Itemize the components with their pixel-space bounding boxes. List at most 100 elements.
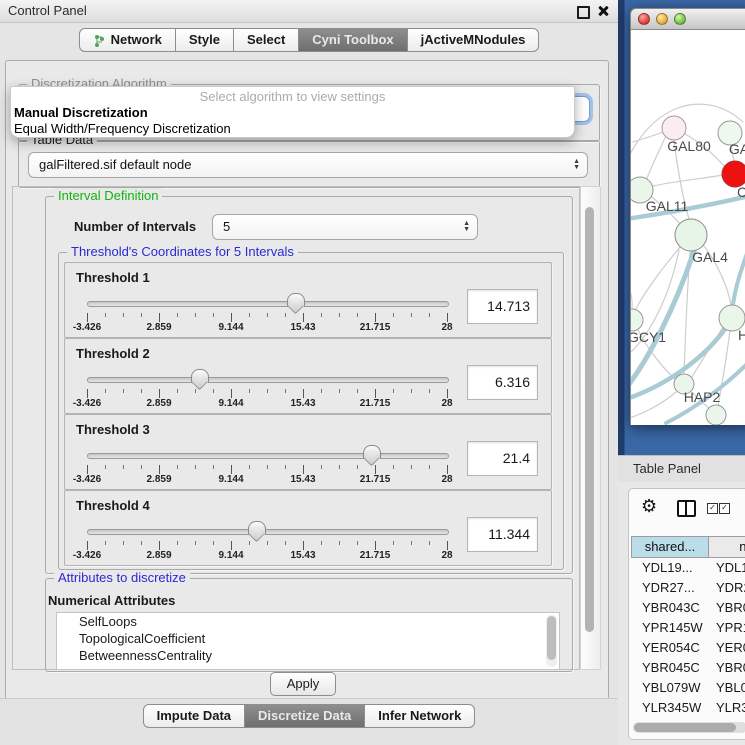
tab-impute-data[interactable]: Impute Data [143, 704, 245, 728]
ruler-tick [285, 389, 286, 393]
attributes-scrollbar[interactable] [546, 615, 557, 667]
checkbox-icon[interactable]: ✓ [719, 503, 730, 514]
table-row[interactable]: YBR043CYBR0 [631, 598, 745, 618]
apply-button[interactable]: Apply [270, 672, 336, 696]
float-window-icon[interactable] [577, 6, 590, 19]
zoom-traffic-light[interactable] [674, 13, 686, 25]
tab-jactivemnodules[interactable]: jActiveMNodules [408, 28, 540, 52]
ruler-tick [141, 313, 142, 317]
ruler-tick [447, 541, 448, 550]
network-node-gcy1[interactable] [631, 309, 643, 331]
dropdown-option-equal-width-frequency[interactable]: Equal Width/Frequency Discretization [14, 121, 231, 136]
horizontal-scrollbar[interactable] [633, 722, 745, 733]
table-row[interactable]: YDL19...YDL1 [631, 558, 745, 578]
vertical-scrollbar-thumb[interactable] [585, 207, 594, 632]
table-data-select[interactable]: galFiltered.sif default node ▲▼ [28, 152, 588, 178]
tab-label: Infer Network [378, 705, 461, 727]
threshold-box: Threshold 4-3.4262.8599.14415.4321.71528… [64, 490, 552, 566]
tab-network[interactable]: Network [79, 28, 176, 52]
network-node-label: GAL80 [667, 138, 711, 154]
minimize-traffic-light[interactable] [656, 13, 668, 25]
tab-label: jActiveMNodules [421, 29, 526, 51]
threshold-slider-thumb[interactable] [191, 369, 209, 383]
ruler-tick [195, 389, 196, 393]
threshold-value-field[interactable]: 6.316 [467, 365, 538, 400]
group-title: Attributes to discretize [54, 570, 190, 585]
network-edge[interactable] [653, 175, 722, 186]
network-node-gal4[interactable] [675, 219, 707, 251]
threshold-slider-track[interactable] [87, 529, 449, 535]
close-traffic-light[interactable] [638, 13, 650, 25]
network-view-window[interactable]: GAL80GACGAL11GAL4GCY1HHAP2 [630, 8, 745, 425]
column-header-name[interactable]: na [708, 536, 745, 558]
vertical-scrollbar[interactable] [580, 186, 601, 670]
ruler-tick [105, 541, 106, 545]
table-row[interactable]: YLR345WYLR3 [631, 698, 745, 718]
network-graph: GAL80GACGAL11GAL4GCY1HHAP2 [631, 30, 745, 425]
columns-icon[interactable] [677, 500, 696, 517]
ruler-tick-label: -3.426 [73, 322, 101, 333]
network-edge[interactable] [631, 270, 632, 309]
tab-style[interactable]: Style [176, 28, 234, 52]
table-row[interactable]: YPR145WYPR1 [631, 618, 745, 638]
number-of-intervals-select[interactable]: 5 ▲▼ [212, 214, 478, 240]
ruler-tick [447, 313, 448, 322]
ruler-tick [159, 541, 160, 550]
tab-cyni-toolbox[interactable]: Cyni Toolbox [299, 28, 407, 52]
threshold-slider-track[interactable] [87, 377, 449, 383]
threshold-slider-track[interactable] [87, 453, 449, 459]
network-node[interactable] [706, 405, 726, 425]
close-icon[interactable] [597, 5, 609, 17]
gear-icon[interactable]: ⚙ [641, 497, 657, 515]
ruler-tick [321, 465, 322, 469]
network-edge[interactable] [733, 242, 745, 305]
ruler-tick-label: 9.144 [218, 550, 243, 561]
ruler-tick [447, 465, 448, 474]
attribute-list-item[interactable]: SelfLoops [57, 613, 559, 630]
threshold-value-field[interactable]: 14.713 [467, 289, 538, 324]
table-row[interactable]: YDR27...YDR2 [631, 578, 745, 598]
ruler-tick-label: 15.43 [290, 322, 315, 333]
network-node-gal80[interactable] [662, 116, 686, 140]
table-row[interactable]: YER054CYER0 [631, 638, 745, 658]
threshold-value-field[interactable]: 21.4 [467, 441, 538, 476]
threshold-slider-thumb[interactable] [287, 293, 305, 307]
combo-arrows-icon: ▲▼ [573, 159, 580, 171]
network-canvas[interactable]: GAL80GACGAL11GAL4GCY1HHAP2 [630, 30, 745, 425]
network-edge[interactable] [646, 138, 665, 181]
network-edge[interactable] [633, 131, 665, 142]
threshold-slider-thumb[interactable] [363, 445, 381, 459]
ruler-tick [249, 465, 250, 469]
column-header-shared-name[interactable]: shared... [631, 536, 709, 558]
attribute-list-item[interactable]: TopologicalCoefficient [57, 630, 559, 647]
threshold-slider-thumb[interactable] [248, 521, 266, 535]
ruler-tick [411, 541, 412, 545]
table-row[interactable]: YBR045CYBR0 [631, 658, 745, 678]
attribute-list-item[interactable]: BetweennessCentrality [57, 647, 559, 664]
tab-discretize-data[interactable]: Discretize Data [245, 704, 365, 728]
ruler-tick [393, 389, 394, 393]
network-window-titlebar[interactable] [630, 8, 745, 30]
ruler-tick [339, 313, 340, 317]
ruler-tick [447, 389, 448, 398]
cell-shared-name: YBL079W [631, 678, 708, 698]
table-row[interactable]: YBL079WYBL0 [631, 678, 745, 698]
ruler-tick [231, 313, 232, 322]
threshold-slider-track[interactable] [87, 301, 449, 307]
ruler-tick-label: 2.859 [146, 398, 171, 409]
ruler-tick [393, 541, 394, 545]
ruler-tick [195, 313, 196, 317]
ruler-tick [177, 465, 178, 469]
ruler-tick [411, 465, 412, 469]
tab-infer-network[interactable]: Infer Network [365, 704, 475, 728]
checkbox-icon[interactable]: ✓ [707, 503, 718, 514]
slider-ruler [87, 313, 447, 322]
attributes-scrollbar-thumb[interactable] [547, 616, 556, 660]
dropdown-option-manual-discretization[interactable]: Manual Discretization [14, 105, 148, 120]
horizontal-scrollbar-thumb[interactable] [634, 723, 736, 732]
ruler-tick-label: 21.715 [360, 398, 391, 409]
screen: Control Panel Network Style Select Cyni … [0, 0, 745, 745]
ruler-tick [285, 541, 286, 545]
tab-select[interactable]: Select [234, 28, 299, 52]
threshold-value-field[interactable]: 11.344 [467, 517, 538, 552]
